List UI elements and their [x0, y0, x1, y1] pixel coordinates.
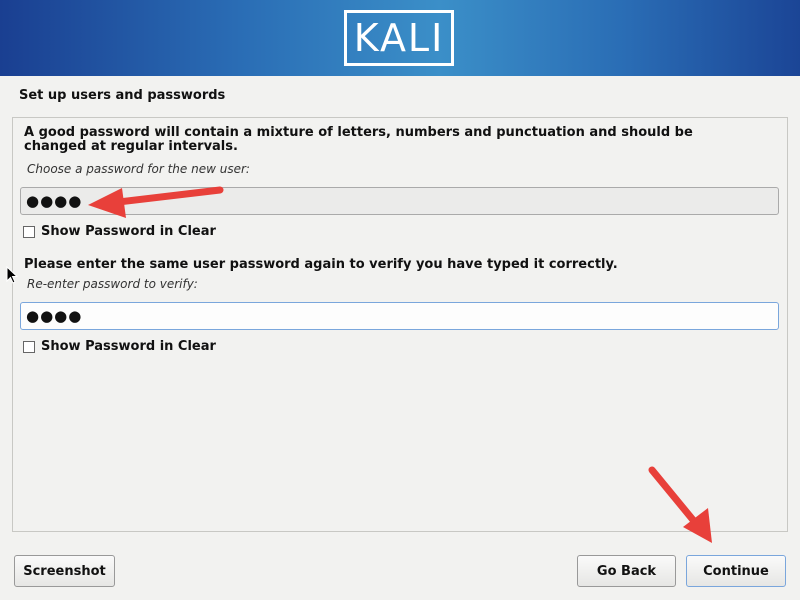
verify-password-input[interactable]: ●●●● [20, 302, 779, 330]
show-password-row-2[interactable]: Show Password in Clear [23, 339, 216, 354]
password-description: A good password will contain a mixture o… [24, 125, 693, 154]
screenshot-button[interactable]: Screenshot [14, 555, 115, 587]
page-title: Set up users and passwords [19, 88, 226, 103]
show-password-row-1[interactable]: Show Password in Clear [23, 224, 216, 239]
password-prompt: Choose a password for the new user: [27, 162, 250, 176]
continue-button[interactable]: Continue [686, 555, 786, 587]
verify-heading: Please enter the same user password agai… [24, 257, 618, 272]
show-password-label-2: Show Password in Clear [41, 339, 216, 354]
show-password-checkbox-1[interactable] [23, 225, 35, 238]
kali-logo-text: KALI [353, 16, 445, 60]
password-input[interactable]: ●●●● [20, 187, 779, 215]
show-password-checkbox-2[interactable] [23, 340, 35, 353]
mouse-cursor-icon [6, 266, 18, 284]
verify-prompt: Re-enter password to verify: [27, 277, 198, 291]
go-back-button[interactable]: Go Back [577, 555, 676, 587]
show-password-label-1: Show Password in Clear [41, 224, 216, 239]
kali-banner: KALI [0, 0, 800, 76]
kali-logo: KALI [344, 10, 454, 66]
